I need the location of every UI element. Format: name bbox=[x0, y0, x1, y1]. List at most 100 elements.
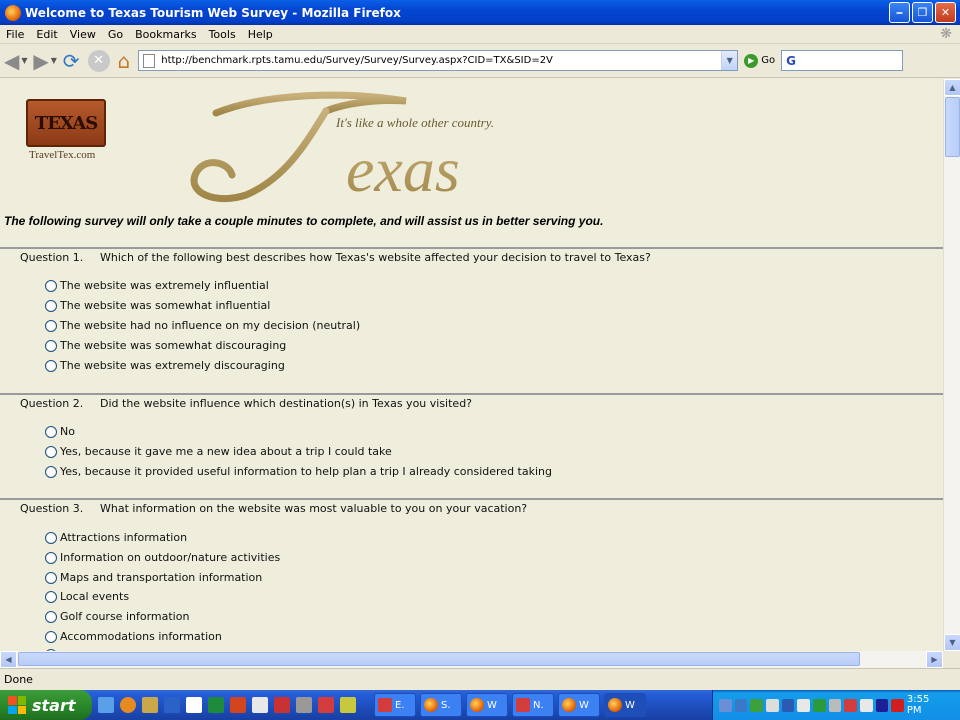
q1-option-3[interactable]: The website had no influence on my decis… bbox=[45, 319, 360, 332]
quicklaunch-icon[interactable] bbox=[142, 697, 158, 713]
quicklaunch-icon[interactable] bbox=[318, 697, 334, 713]
divider bbox=[0, 498, 943, 500]
traveltex-label: TravelTex.com bbox=[29, 149, 96, 161]
page-content: TEXAS TravelTex.com exas It's like a who… bbox=[0, 79, 943, 651]
q3-option-5[interactable]: Golf course information bbox=[45, 610, 189, 623]
q1-option-5[interactable]: The website was extremely discouraging bbox=[45, 359, 285, 372]
q1-option-4[interactable]: The website was somewhat discouraging bbox=[45, 339, 286, 352]
forward-arrow-icon[interactable]: ▶ bbox=[33, 48, 48, 74]
tray-icon[interactable] bbox=[750, 698, 763, 712]
minimize-button[interactable]: ⎯ bbox=[889, 2, 910, 23]
tray-icon[interactable] bbox=[765, 698, 779, 712]
back-arrow-icon[interactable]: ◀ bbox=[4, 48, 19, 74]
quicklaunch-icon[interactable] bbox=[252, 697, 268, 713]
scroll-left-arrow-icon[interactable]: ◀ bbox=[0, 651, 17, 668]
taskbar-item[interactable]: W bbox=[466, 693, 508, 717]
word-quicklaunch-icon[interactable] bbox=[164, 697, 180, 713]
q3-option-3[interactable]: Maps and transportation information bbox=[45, 571, 262, 584]
radio-button[interactable] bbox=[45, 531, 57, 544]
tray-icon[interactable] bbox=[891, 698, 904, 712]
tray-icon[interactable] bbox=[875, 698, 889, 712]
windows-logo-icon bbox=[8, 696, 26, 714]
q2-option-2[interactable]: Yes, because it gave me a new idea about… bbox=[45, 445, 392, 458]
q3-option-6[interactable]: Accommodations information bbox=[45, 630, 222, 643]
scroll-up-arrow-icon[interactable]: ▲ bbox=[944, 79, 960, 96]
radio-button[interactable] bbox=[45, 590, 57, 603]
powerpoint-quicklaunch-icon[interactable] bbox=[230, 697, 246, 713]
clock[interactable]: 3:55 PM bbox=[907, 694, 946, 716]
home-icon[interactable]: ⌂ bbox=[118, 48, 131, 74]
taskbar-item[interactable]: S. bbox=[420, 693, 462, 717]
taskbar-item[interactable]: N. bbox=[512, 693, 554, 717]
radio-button[interactable] bbox=[45, 571, 57, 584]
quicklaunch-icon[interactable] bbox=[340, 697, 356, 713]
window-title: Welcome to Texas Tourism Web Survey - Mo… bbox=[25, 5, 401, 20]
q3-option-4[interactable]: Local events bbox=[45, 590, 129, 603]
tray-icon[interactable] bbox=[844, 698, 857, 712]
radio-button[interactable] bbox=[45, 630, 57, 643]
q2-option-3[interactable]: Yes, because it provided useful informat… bbox=[45, 465, 552, 478]
q2-option-1[interactable]: No bbox=[45, 425, 75, 438]
traveltex-logo[interactable]: TEXAS TravelTex.com bbox=[26, 99, 108, 161]
taskbar: start E. S. W N. W W 3:55 PM bbox=[0, 690, 960, 720]
search-box[interactable]: G bbox=[781, 50, 904, 71]
scroll-down-arrow-icon[interactable]: ▼ bbox=[944, 634, 960, 651]
menu-help[interactable]: Help bbox=[242, 28, 279, 41]
start-button[interactable]: start bbox=[0, 690, 92, 720]
menu-go[interactable]: Go bbox=[102, 28, 129, 41]
taskbar-item[interactable]: W bbox=[558, 693, 600, 717]
url-history-dropdown-icon[interactable]: ▼ bbox=[721, 51, 738, 70]
q1-option-1[interactable]: The website was extremely influential bbox=[45, 279, 269, 292]
taskbar-item-active[interactable]: W bbox=[604, 693, 646, 717]
q3-option-1[interactable]: Attractions information bbox=[45, 531, 187, 544]
question-1: Question 1. Which of the following best d… bbox=[20, 251, 651, 264]
close-button[interactable]: ✕ bbox=[935, 2, 956, 23]
radio-button[interactable] bbox=[45, 551, 57, 564]
quicklaunch-icon[interactable] bbox=[274, 697, 290, 713]
radio-button[interactable] bbox=[45, 445, 57, 458]
excel-quicklaunch-icon[interactable] bbox=[208, 697, 224, 713]
radio-button[interactable] bbox=[45, 465, 57, 478]
maximize-button[interactable]: ❐ bbox=[912, 2, 933, 23]
menu-file[interactable]: File bbox=[0, 28, 30, 41]
firefox-quicklaunch-icon[interactable] bbox=[120, 697, 136, 713]
radio-button[interactable] bbox=[45, 299, 57, 312]
scroll-right-arrow-icon[interactable]: ▶ bbox=[926, 651, 943, 668]
reload-icon[interactable]: ⟳ bbox=[63, 48, 80, 74]
q1-option-2[interactable]: The website was somewhat influential bbox=[45, 299, 270, 312]
forward-dropdown-icon[interactable]: ▼ bbox=[49, 48, 59, 74]
title-bar: Welcome to Texas Tourism Web Survey - Mo… bbox=[0, 0, 960, 25]
menu-bar: File Edit View Go Bookmarks Tools Help ❋ bbox=[0, 25, 960, 44]
tray-icon[interactable] bbox=[828, 698, 842, 712]
quicklaunch-icon[interactable] bbox=[296, 697, 312, 713]
url-input[interactable] bbox=[161, 55, 722, 66]
go-button[interactable]: ▶ Go bbox=[744, 53, 775, 68]
radio-button[interactable] bbox=[45, 319, 57, 332]
tray-icon[interactable] bbox=[734, 698, 748, 712]
tray-icon[interactable] bbox=[859, 698, 873, 712]
horizontal-scroll-thumb[interactable] bbox=[18, 652, 860, 666]
taskbar-item[interactable]: E. bbox=[374, 693, 416, 717]
radio-button[interactable] bbox=[45, 425, 57, 438]
tray-icon[interactable] bbox=[812, 698, 826, 712]
vertical-scroll-thumb[interactable] bbox=[945, 97, 960, 157]
radio-button[interactable] bbox=[45, 359, 57, 372]
tray-icon[interactable] bbox=[719, 698, 732, 712]
tray-icon[interactable] bbox=[797, 698, 810, 712]
ie-quicklaunch-icon[interactable] bbox=[98, 697, 114, 713]
horizontal-scrollbar[interactable]: ◀ ▶ bbox=[0, 651, 943, 668]
menu-edit[interactable]: Edit bbox=[30, 28, 63, 41]
tray-icon[interactable] bbox=[781, 698, 795, 712]
vertical-scrollbar[interactable]: ▲ ▼ bbox=[943, 79, 960, 651]
back-dropdown-icon[interactable]: ▼ bbox=[19, 48, 29, 74]
menu-tools[interactable]: Tools bbox=[203, 28, 242, 41]
menu-view[interactable]: View bbox=[64, 28, 102, 41]
radio-button[interactable] bbox=[45, 339, 57, 352]
menu-bookmarks[interactable]: Bookmarks bbox=[129, 28, 202, 41]
address-bar[interactable]: ▼ bbox=[138, 50, 739, 71]
stop-icon[interactable]: ✕ bbox=[87, 49, 110, 72]
notepad-quicklaunch-icon[interactable] bbox=[186, 697, 202, 713]
q3-option-2[interactable]: Information on outdoor/nature activities bbox=[45, 551, 280, 564]
radio-button[interactable] bbox=[45, 610, 57, 623]
radio-button[interactable] bbox=[45, 279, 57, 292]
